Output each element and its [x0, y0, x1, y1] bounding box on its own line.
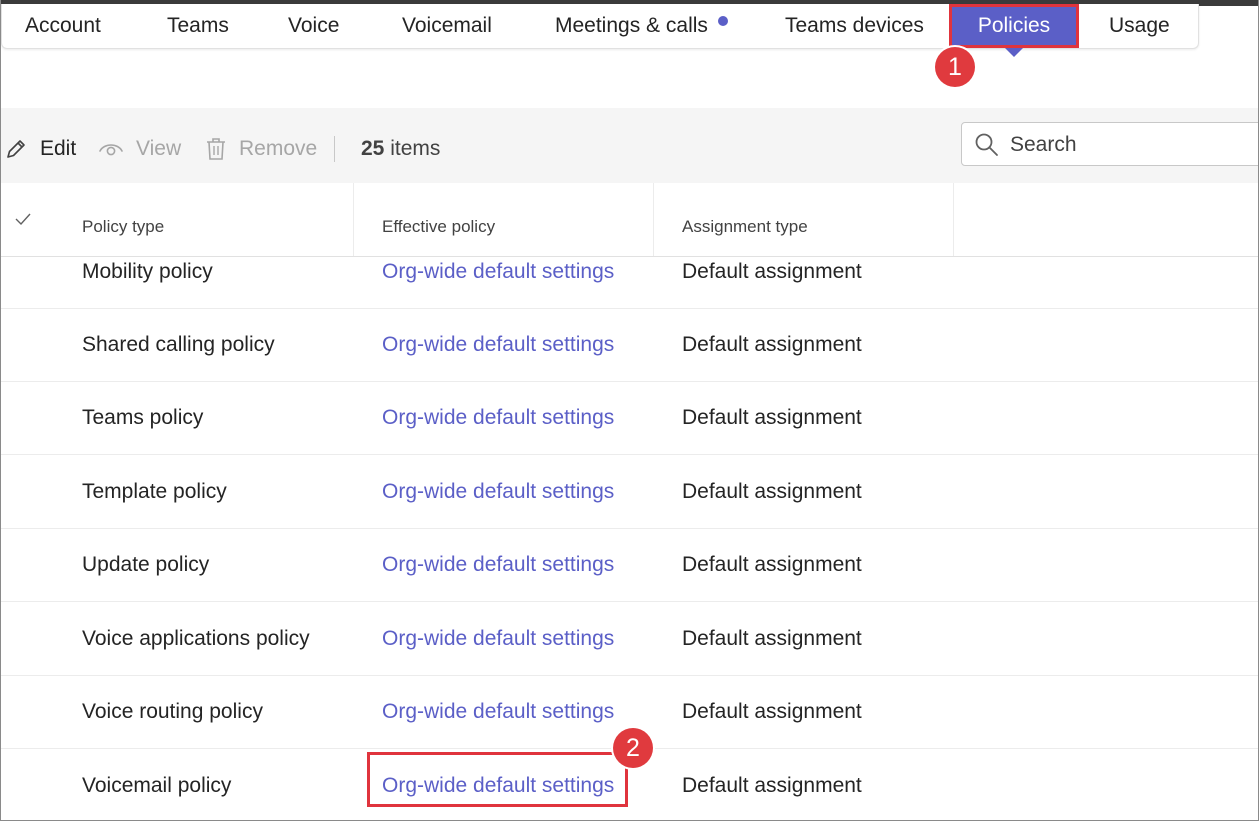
table-row[interactable]: Template policy Org-wide default setting…	[1, 455, 1258, 529]
admin-frame: Account Teams Voice Voicemail Meetings &…	[0, 0, 1259, 821]
header-effective-policy[interactable]: Effective policy	[382, 217, 495, 237]
edit-label: Edit	[40, 137, 77, 160]
items-count-number: 25	[361, 137, 385, 160]
effective-policy-link[interactable]: Org-wide default settings	[382, 332, 614, 358]
effective-policy-link[interactable]: Org-wide default settings	[382, 699, 614, 725]
search-input[interactable]	[1008, 131, 1258, 159]
items-count-suffix: items	[390, 137, 441, 160]
notification-dot	[718, 16, 728, 26]
policy-type-cell: Mobility policy	[82, 260, 213, 283]
tab-teams[interactable]: Teams	[167, 4, 229, 48]
user-tab-bar: Account Teams Voice Voicemail Meetings &…	[1, 4, 1199, 49]
assignment-type-cell: Default assignment	[682, 260, 862, 283]
tab-account[interactable]: Account	[25, 4, 101, 48]
tab-meetings-calls[interactable]: Meetings & calls	[555, 4, 708, 48]
step-marker-1: 1	[935, 47, 975, 87]
step-marker-2: 2	[613, 728, 653, 768]
policy-type-cell: Template policy	[82, 480, 227, 503]
search-box[interactable]	[961, 122, 1258, 166]
table-row[interactable]: Shared calling policy Org-wide default s…	[1, 308, 1258, 382]
effective-policy-link[interactable]: Org-wide default settings	[382, 405, 614, 431]
policy-type-cell: Voice routing policy	[82, 700, 263, 723]
effective-policy-link[interactable]: Org-wide default settings	[382, 552, 614, 578]
pencil-icon	[7, 140, 25, 158]
table-row[interactable]: Teams policy Org-wide default settings D…	[1, 381, 1258, 455]
tab-policies[interactable]: Policies	[949, 4, 1079, 48]
remove-label: Remove	[239, 137, 318, 160]
search-icon	[975, 133, 998, 156]
assignment-type-cell: Default assignment	[682, 406, 862, 429]
tab-teams-devices[interactable]: Teams devices	[785, 4, 924, 48]
assignment-type-cell: Default assignment	[682, 480, 862, 503]
assignment-type-cell: Default assignment	[682, 627, 862, 650]
edit-button[interactable]: Edit	[4, 136, 79, 162]
header-policy-type[interactable]: Policy type	[82, 217, 164, 237]
table-row[interactable]: Voice applications policy Org-wide defau…	[1, 602, 1258, 676]
eye-icon	[99, 144, 123, 156]
policy-type-cell: Voicemail policy	[82, 774, 232, 797]
policy-type-cell: Teams policy	[82, 406, 204, 429]
tab-voice[interactable]: Voice	[288, 4, 339, 48]
effective-policy-link[interactable]: Org-wide default settings	[382, 479, 614, 505]
assignment-type-cell: Default assignment	[682, 553, 862, 576]
policy-type-cell: Shared calling policy	[82, 333, 275, 356]
effective-policy-link[interactable]: Org-wide default settings	[382, 259, 614, 285]
tab-usage[interactable]: Usage	[1109, 4, 1170, 48]
tab-voicemail[interactable]: Voicemail	[402, 4, 492, 48]
view-button[interactable]: View	[98, 136, 182, 162]
effective-policy-link[interactable]: Org-wide default settings	[382, 626, 614, 652]
effective-policy-link[interactable]: Org-wide default settings	[382, 773, 614, 799]
column-divider	[653, 183, 654, 256]
view-label: View	[136, 137, 182, 160]
table-header: Policy type Effective policy Assignment …	[1, 183, 1258, 257]
assignment-type-cell: Default assignment	[682, 333, 862, 356]
assignment-type-cell: Default assignment	[682, 700, 862, 723]
trash-icon	[207, 138, 225, 160]
table-row[interactable]: Update policy Org-wide default settings …	[1, 528, 1258, 602]
items-count: 25 items	[361, 136, 440, 162]
table-row[interactable]: Mobility policy Org-wide default setting…	[1, 257, 1258, 309]
assignment-type-cell: Default assignment	[682, 774, 862, 797]
header-assignment-type[interactable]: Assignment type	[682, 217, 808, 237]
toolbar-divider	[334, 136, 335, 162]
policy-type-cell: Voice applications policy	[82, 627, 310, 650]
column-divider	[353, 183, 354, 256]
policy-type-cell: Update policy	[82, 553, 210, 576]
remove-button[interactable]: Remove	[205, 136, 317, 162]
column-divider	[953, 183, 954, 256]
select-all-checkmark-icon[interactable]	[13, 209, 33, 229]
active-tab-caret	[1005, 48, 1023, 57]
